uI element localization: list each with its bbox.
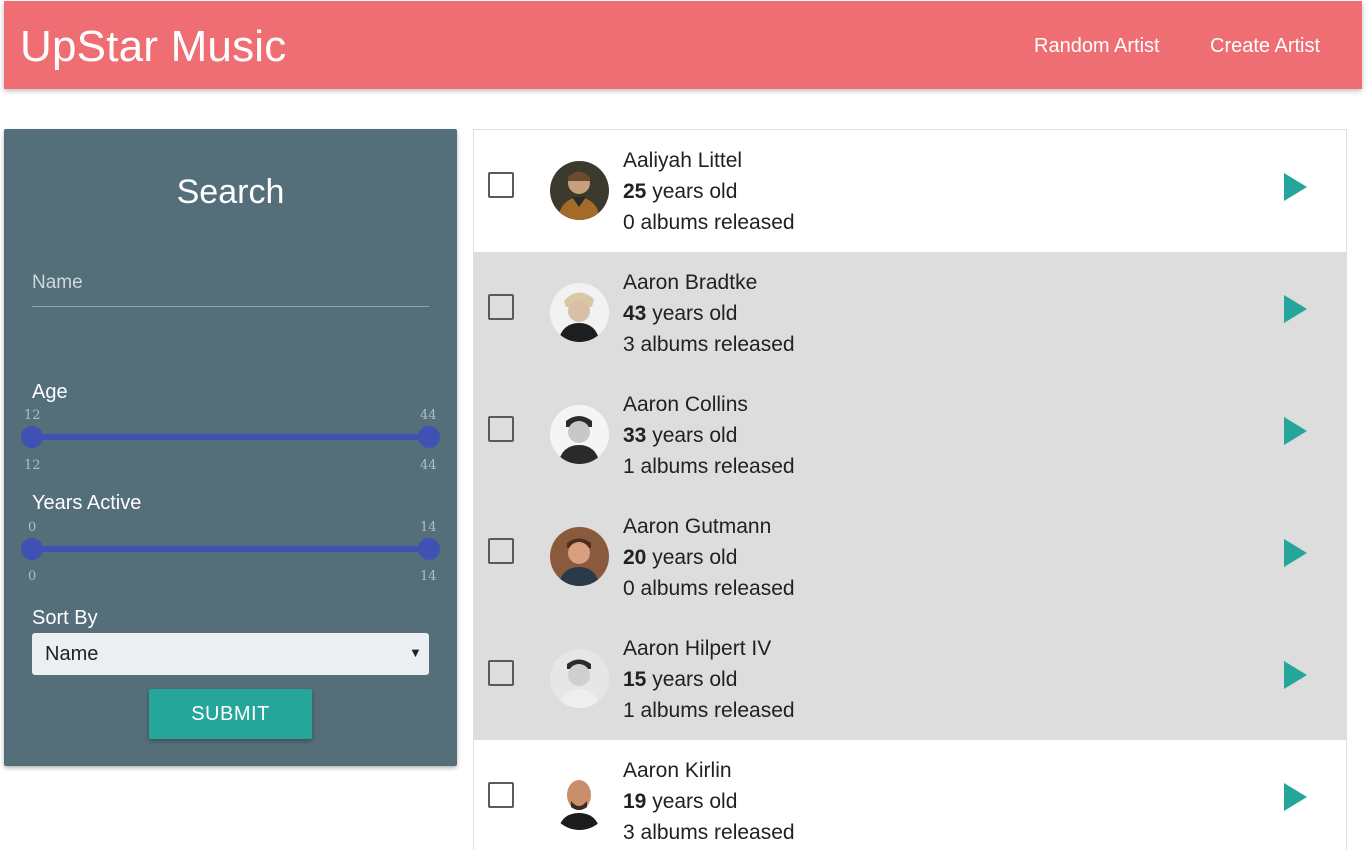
select-checkbox[interactable] bbox=[488, 660, 514, 686]
years-min-bottom: 0 bbox=[28, 569, 37, 584]
avatar-icon bbox=[550, 405, 609, 464]
play-arrow-icon[interactable] bbox=[1282, 415, 1310, 447]
artist-name: Aaron Gutmann bbox=[623, 515, 772, 538]
artist-albums: 3 albums released bbox=[623, 333, 795, 356]
age-label: Age bbox=[32, 381, 68, 403]
years-max-handle[interactable] bbox=[418, 538, 440, 560]
years-max-bottom: 14 bbox=[420, 569, 437, 584]
years-active-label: Years Active bbox=[32, 492, 142, 514]
years-min-top: 0 bbox=[28, 520, 37, 535]
avatar-icon bbox=[550, 161, 609, 220]
artist-name: Aaron Bradtke bbox=[623, 271, 758, 294]
name-input[interactable] bbox=[32, 259, 429, 307]
artist-row[interactable]: Aaron Kirlin 19 years old 3 albums relea… bbox=[474, 740, 1346, 850]
artist-row[interactable]: Aaron Gutmann 20 years old 0 albums rele… bbox=[474, 496, 1346, 618]
artist-age: 43 years old bbox=[623, 301, 737, 327]
artist-age-value: 15 bbox=[623, 668, 647, 691]
navbar: UpStar Music Random Artist Create Artist bbox=[4, 1, 1362, 89]
play-arrow-icon[interactable] bbox=[1282, 537, 1310, 569]
select-checkbox[interactable] bbox=[488, 172, 514, 198]
artist-age-value: 33 bbox=[623, 424, 647, 447]
artist-albums: 3 albums released bbox=[623, 821, 795, 844]
years-slider-track[interactable] bbox=[32, 546, 429, 552]
artist-name: Aaliyah Littel bbox=[623, 149, 743, 172]
sort-by-label: Sort By bbox=[32, 607, 98, 629]
avatar-icon bbox=[550, 771, 609, 830]
age-max-handle[interactable] bbox=[418, 426, 440, 448]
artist-albums: 1 albums released bbox=[623, 455, 795, 478]
artist-age-suffix: years old bbox=[646, 546, 738, 569]
select-checkbox[interactable] bbox=[488, 538, 514, 564]
years-max-top: 14 bbox=[420, 520, 437, 535]
age-max-bottom: 44 bbox=[420, 458, 437, 473]
create-artist-link[interactable]: Create Artist bbox=[1210, 34, 1320, 58]
avatar-icon bbox=[550, 283, 609, 342]
artist-age-suffix: years old bbox=[646, 424, 738, 447]
artist-age-value: 25 bbox=[623, 180, 647, 203]
artist-row[interactable]: Aaron Bradtke 43 years old 3 albums rele… bbox=[474, 252, 1346, 374]
artist-age-suffix: years old bbox=[646, 668, 738, 691]
brand-logo[interactable]: UpStar Music bbox=[20, 21, 286, 73]
play-arrow-icon[interactable] bbox=[1282, 293, 1310, 325]
play-arrow-icon[interactable] bbox=[1282, 781, 1310, 813]
play-arrow-icon[interactable] bbox=[1282, 171, 1310, 203]
artist-age-value: 19 bbox=[623, 790, 647, 813]
age-min-bottom: 12 bbox=[24, 458, 41, 473]
artist-age-suffix: years old bbox=[646, 180, 738, 203]
artist-albums: 0 albums released bbox=[623, 211, 795, 234]
age-slider-track[interactable] bbox=[32, 434, 429, 440]
artist-name: Aaron Collins bbox=[623, 393, 748, 416]
random-artist-link[interactable]: Random Artist bbox=[1034, 34, 1160, 58]
artist-list: Aaliyah Littel 25 years old 0 albums rel… bbox=[473, 129, 1347, 850]
artist-row[interactable]: Aaliyah Littel 25 years old 0 albums rel… bbox=[474, 130, 1346, 252]
artist-row[interactable]: Aaron Collins 33 years old 1 albums rele… bbox=[474, 374, 1346, 496]
submit-button[interactable]: SUBMIT bbox=[149, 689, 312, 739]
artist-albums: 1 albums released bbox=[623, 699, 795, 722]
artist-name: Aaron Hilpert IV bbox=[623, 637, 772, 660]
avatar-icon bbox=[550, 649, 609, 708]
artist-age-value: 43 bbox=[623, 302, 647, 325]
age-min-top: 12 bbox=[24, 408, 41, 423]
search-title: Search bbox=[176, 173, 285, 211]
select-checkbox[interactable] bbox=[488, 416, 514, 442]
artist-age-suffix: years old bbox=[646, 302, 738, 325]
years-min-handle[interactable] bbox=[21, 538, 43, 560]
artist-age-suffix: years old bbox=[646, 790, 738, 813]
avatar-icon bbox=[550, 527, 609, 586]
play-arrow-icon[interactable] bbox=[1282, 659, 1310, 691]
select-checkbox[interactable] bbox=[488, 782, 514, 808]
artist-age: 15 years old bbox=[623, 667, 737, 693]
artist-age: 19 years old bbox=[623, 789, 737, 815]
artist-albums: 0 albums released bbox=[623, 577, 795, 600]
artist-age: 25 years old bbox=[623, 179, 737, 205]
artist-name: Aaron Kirlin bbox=[623, 759, 732, 782]
artist-age: 33 years old bbox=[623, 423, 737, 449]
artist-age-value: 20 bbox=[623, 546, 647, 569]
artist-row[interactable]: Aaron Hilpert IV 15 years old 1 albums r… bbox=[474, 618, 1346, 740]
select-checkbox[interactable] bbox=[488, 294, 514, 320]
search-panel: Search Age 12 44 12 44 Years Active 0 14… bbox=[4, 129, 457, 766]
sort-by-select[interactable]: Name bbox=[32, 633, 429, 675]
age-max-top: 44 bbox=[420, 408, 437, 423]
artist-age: 20 years old bbox=[623, 545, 737, 571]
age-min-handle[interactable] bbox=[21, 426, 43, 448]
